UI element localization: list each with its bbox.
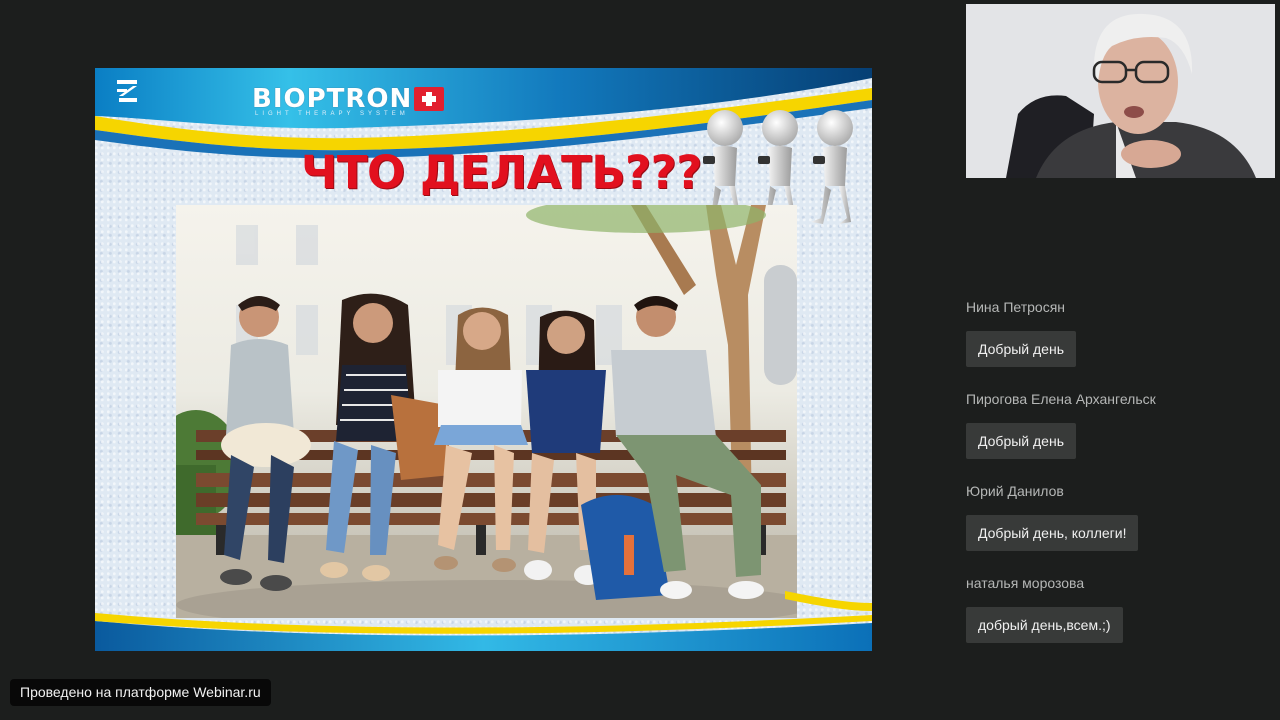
slide-footer-band: [95, 591, 872, 651]
chat-message: Пирогова Елена Архангельск Добрый день: [966, 389, 1276, 459]
zepter-logo-icon: [117, 80, 137, 102]
students-on-bench-photo: [176, 205, 797, 618]
message-author: Нина Петросян: [966, 299, 1066, 315]
message-author: наталья морозова: [966, 575, 1085, 591]
platform-badge[interactable]: Проведено на платформе Webinar.ru: [10, 679, 271, 706]
chat-message: Нина Петросян Добрый день: [966, 297, 1276, 367]
brand-name: BIOPTRON: [252, 84, 413, 114]
message-author: Пирогова Елена Архангельск: [966, 391, 1156, 407]
presenter-video[interactable]: [966, 4, 1275, 178]
chat-message: Юрий Данилов Добрый день, коллеги!: [966, 481, 1276, 551]
message-text: добрый день,всем.;): [966, 607, 1123, 643]
message-text: Добрый день: [966, 331, 1076, 367]
slide-title: ЧТО ДЕЛАТЬ???: [301, 146, 702, 199]
message-text: Добрый день, коллеги!: [966, 515, 1139, 551]
message-author: Юрий Данилов: [966, 483, 1064, 499]
presenter-image: [966, 4, 1275, 178]
chat-panel: Нина Петросян Добрый день Пирогова Елена…: [966, 297, 1276, 665]
brand-tagline: LIGHT THERAPY SYSTEM: [255, 111, 409, 117]
presentation-slide: BIOPTRON LIGHT THERAPY SYSTEM ЧТО ДЕЛАТЬ…: [95, 68, 872, 651]
message-text: Добрый день: [966, 423, 1076, 459]
chat-message: наталья морозова добрый день,всем.;): [966, 573, 1276, 643]
swiss-cross-icon: [414, 87, 445, 111]
